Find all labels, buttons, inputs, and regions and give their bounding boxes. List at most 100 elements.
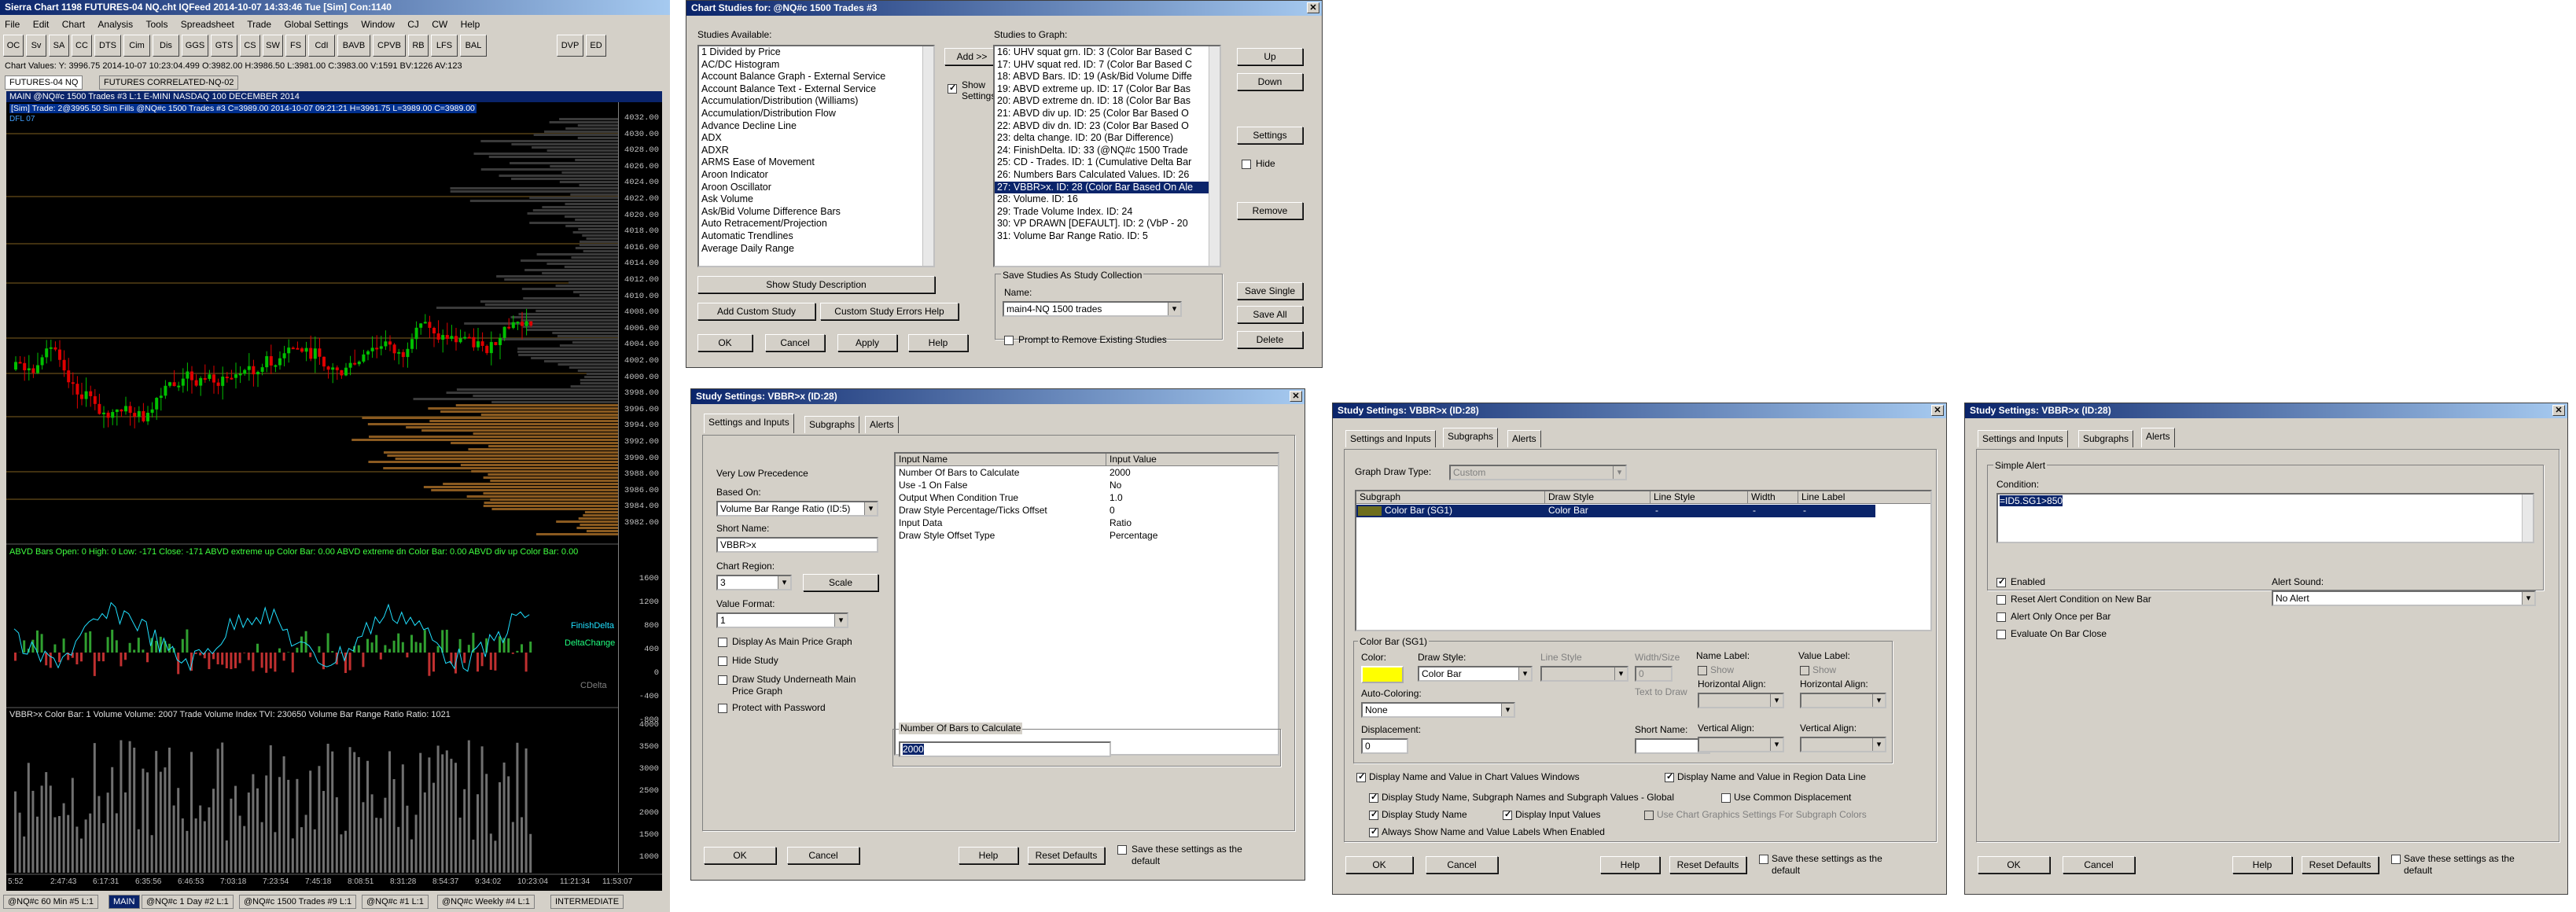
- name-vert-align-select[interactable]: [1698, 737, 1784, 752]
- down-button[interactable]: Down: [1237, 73, 1303, 90]
- short-name-input[interactable]: VBBR>x: [716, 537, 878, 553]
- condition-input[interactable]: =ID5.SG1>850: [1996, 493, 2534, 543]
- available-study-item[interactable]: Aroon Indicator: [699, 169, 933, 182]
- page-tab-futures-04[interactable]: FUTURES-04 NQ: [5, 75, 83, 90]
- available-study-item[interactable]: ARMS Ease of Movement: [699, 156, 933, 169]
- graph-scrollbar[interactable]: [1209, 46, 1220, 266]
- available-study-item[interactable]: AC/DC Histogram: [699, 59, 933, 72]
- graph-study-item[interactable]: 25: CD - Trades. ID: 1 (Cumulative Delta…: [995, 156, 1220, 169]
- available-study-item[interactable]: Account Balance Text - External Service: [699, 83, 933, 96]
- menu-window[interactable]: Window: [361, 17, 395, 31]
- available-study-item[interactable]: Ask/Bid Volume Difference Bars: [699, 206, 933, 219]
- graph-study-item[interactable]: 22: ABVD div dn. ID: 23 (Color Bar Based…: [995, 120, 1220, 133]
- graph-study-item[interactable]: 31: Volume Bar Range Ratio. ID: 5: [995, 230, 1220, 243]
- inputs-table[interactable]: Input Name Input Value Number Of Bars to…: [894, 452, 1279, 756]
- display-main-checkbox[interactable]: [718, 638, 727, 647]
- prompt-remove-checkbox[interactable]: [1004, 336, 1014, 345]
- cancel-button[interactable]: Cancel: [787, 847, 859, 864]
- tab-subgraphs[interactable]: Subgraphs: [1443, 428, 1499, 447]
- condition-scrollbar[interactable]: [2522, 495, 2533, 542]
- toolbar-btn-gts[interactable]: GTS: [211, 35, 237, 57]
- chart-tab-intermediate[interactable]: INTERMEDIATE: [550, 895, 624, 909]
- graph-study-item[interactable]: 24: FinishDelta. ID: 33 (@NQ#c 1500 Trad…: [995, 145, 1220, 157]
- toolbar-btn-dts[interactable]: DTS: [94, 35, 121, 57]
- hide-study-checkbox[interactable]: [718, 656, 727, 666]
- available-study-item[interactable]: ADX: [699, 132, 933, 145]
- close-icon[interactable]: ✕: [1290, 391, 1302, 402]
- toolbar-btn-cs[interactable]: CS: [240, 35, 260, 57]
- menu-cj[interactable]: CJ: [407, 17, 419, 31]
- save-all-button[interactable]: Save All: [1237, 306, 1303, 323]
- col-draw-style[interactable]: Draw Style: [1548, 491, 1650, 503]
- toolbar-btn-ed[interactable]: ED: [586, 35, 606, 57]
- toolbar-btn-cdi[interactable]: CdI: [308, 35, 335, 57]
- show-study-description-button[interactable]: Show Study Description: [697, 276, 935, 293]
- help-button[interactable]: Help: [1600, 856, 1660, 873]
- price-axis[interactable]: 4032.00 4030.00 4028.00 4026.00 4024.00 4022.…: [618, 102, 662, 873]
- subgraph-table[interactable]: Subgraph Draw Style Line Style Width Lin…: [1355, 490, 1932, 631]
- toolbar-btn-dis[interactable]: Dis: [153, 35, 179, 57]
- disp-chart-values-checkbox[interactable]: [1356, 771, 1366, 782]
- available-study-item[interactable]: Account Balance Graph - External Service: [699, 71, 933, 83]
- menu-chart[interactable]: Chart: [62, 17, 85, 31]
- available-study-item[interactable]: Automatic Trendlines: [699, 230, 933, 243]
- studies-available-list[interactable]: 1 Divided by Price AC/DC Histogram Account…: [697, 45, 935, 267]
- graph-study-item[interactable]: 27: VBBR>x. ID: 28 (Color Bar Based On A…: [995, 181, 1220, 194]
- help-button[interactable]: Help: [959, 847, 1018, 864]
- menu-help[interactable]: Help: [461, 17, 480, 31]
- disp-inputs-checkbox[interactable]: [1503, 809, 1512, 820]
- graph-study-item[interactable]: 16: UHV squat grn. ID: 3 (Color Bar Base…: [995, 46, 1220, 59]
- up-button[interactable]: Up: [1237, 48, 1303, 65]
- available-study-item[interactable]: Average Daily Range: [699, 243, 933, 256]
- available-study-item[interactable]: Advance Decline Line: [699, 120, 933, 133]
- common-disp-checkbox[interactable]: [1721, 793, 1731, 803]
- reset-defaults-button[interactable]: Reset Defaults: [1669, 856, 1746, 873]
- tab-alerts[interactable]: Alerts: [865, 416, 899, 433]
- tab-settings-inputs[interactable]: Settings and Inputs: [704, 414, 794, 433]
- menu-analysis[interactable]: Analysis: [98, 17, 133, 31]
- alert-sound-select[interactable]: No Alert: [2272, 590, 2536, 606]
- enabled-checkbox[interactable]: [1996, 576, 2006, 587]
- available-study-item[interactable]: Accumulation/Distribution Flow: [699, 108, 933, 120]
- toolbar-btn-lfs[interactable]: LFS: [431, 35, 458, 57]
- hide-checkbox[interactable]: [1242, 160, 1251, 169]
- close-icon[interactable]: ✕: [1307, 2, 1319, 13]
- available-study-item[interactable]: Auto Retracement/Projection: [699, 218, 933, 230]
- toolbar-btn-sw[interactable]: SW: [263, 35, 283, 57]
- col-input-name[interactable]: Input Name: [897, 454, 1106, 465]
- available-study-item[interactable]: Ask Volume: [699, 193, 933, 206]
- add-custom-study-button[interactable]: Add Custom Study: [697, 303, 815, 320]
- show-settings-checkbox[interactable]: [948, 83, 957, 94]
- toolbar-btn-sv[interactable]: Sv: [26, 35, 46, 57]
- toolbar-btn-cim[interactable]: Cim: [123, 35, 150, 57]
- col-line-label[interactable]: Line Label: [1801, 491, 1845, 503]
- toolbar-btn-sa[interactable]: SA: [49, 35, 69, 57]
- col-subgraph[interactable]: Subgraph: [1360, 491, 1545, 503]
- auto-coloring-select[interactable]: None: [1361, 702, 1515, 718]
- graph-study-item[interactable]: 29: Trade Volume Index. ID: 24: [995, 206, 1220, 219]
- available-scrollbar[interactable]: [922, 46, 933, 266]
- toolbar-btn-bal[interactable]: BAL: [460, 35, 487, 57]
- collection-name-select[interactable]: main4-NQ 1500 trades: [1003, 301, 1182, 317]
- chart-tab-1day[interactable]: @NQ#c 1 Day #2 L:1: [142, 895, 234, 909]
- on-bar-close-checkbox[interactable]: [1996, 630, 2006, 639]
- custom-study-errors-button[interactable]: Custom Study Errors Help: [820, 303, 959, 320]
- graph-study-item[interactable]: 28: Volume. ID: 16: [995, 193, 1220, 206]
- color-picker[interactable]: [1361, 666, 1404, 683]
- chart-tab-1500trades[interactable]: @NQ#c 1500 Trades #9 L:1: [239, 895, 357, 909]
- chart-area[interactable]: [Sim] Trade: 2@3995.50 Sim Fills @NQ#c 1…: [6, 102, 662, 891]
- col-input-value[interactable]: Input Value: [1108, 454, 1157, 465]
- draw-under-checkbox[interactable]: [718, 675, 727, 685]
- graph-study-item[interactable]: 18: ABVD Bars. ID: 19 (Ask/Bid Volume Di…: [995, 71, 1220, 83]
- toolbar-btn-bavb[interactable]: BAVB: [337, 35, 370, 57]
- reset-defaults-button[interactable]: Reset Defaults: [1028, 847, 1105, 864]
- name-horiz-align-select[interactable]: [1698, 693, 1784, 708]
- input-row[interactable]: Output When Condition True 1.0: [896, 492, 1278, 505]
- chart-tab-60min[interactable]: @NQ#c 60 Min #5 L:1: [3, 895, 98, 909]
- reset-new-bar-checkbox[interactable]: [1996, 595, 2006, 605]
- input-row[interactable]: Input Data Ratio: [896, 517, 1278, 530]
- edit-input-value[interactable]: 2000: [899, 741, 1111, 757]
- disp-region-checkbox[interactable]: [1665, 771, 1674, 782]
- save-default-checkbox[interactable]: [1117, 845, 1127, 855]
- remove-button[interactable]: Remove: [1237, 202, 1303, 219]
